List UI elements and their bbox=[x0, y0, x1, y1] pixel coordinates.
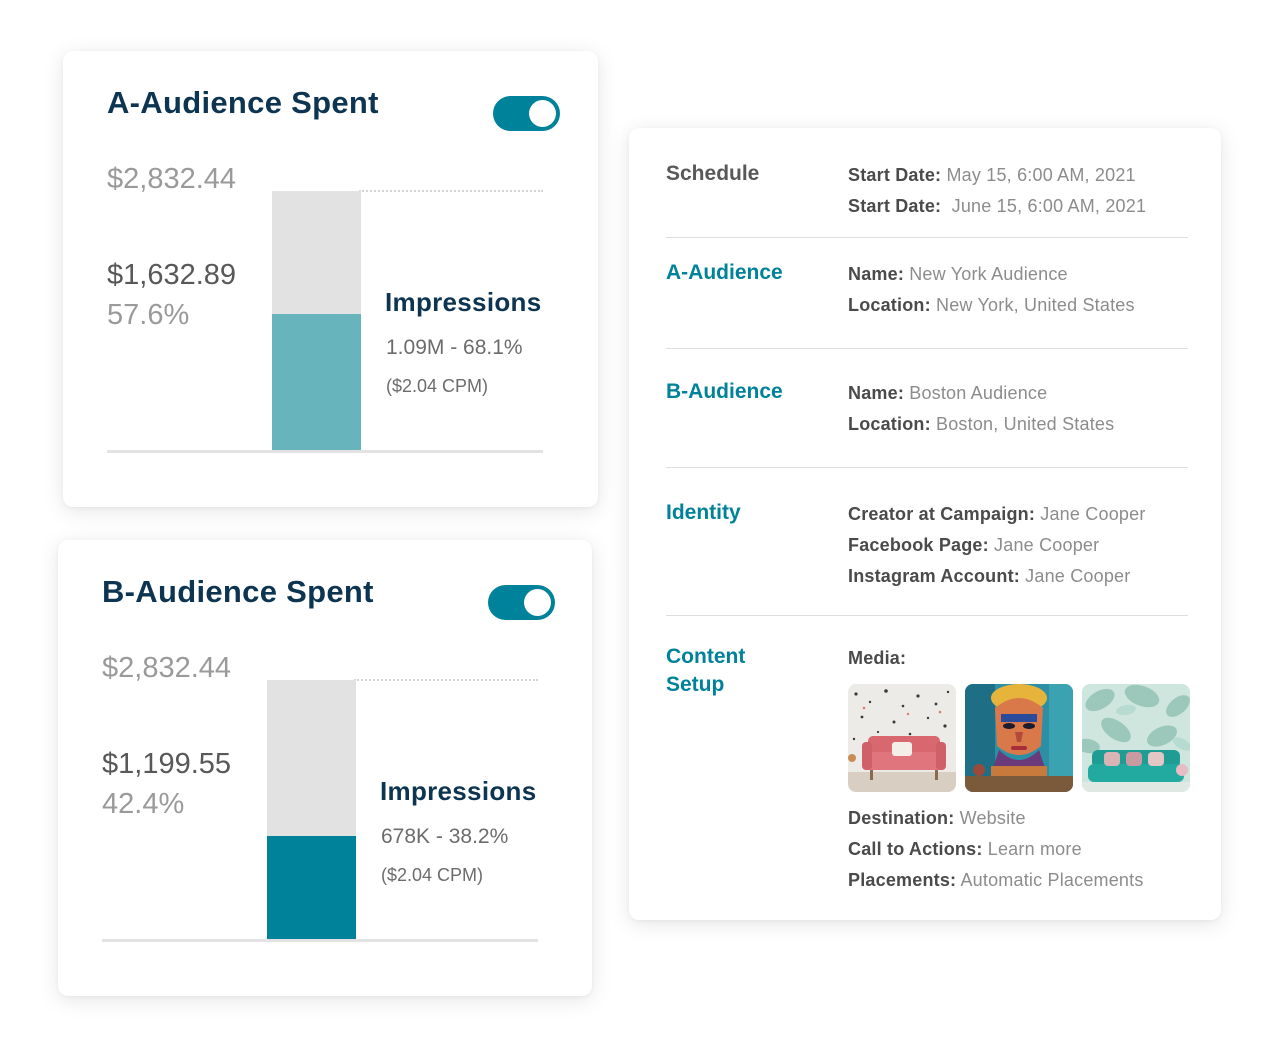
field-label: Start Date: bbox=[848, 196, 942, 216]
budget-bar bbox=[272, 191, 361, 453]
field-label: Destination: bbox=[848, 808, 955, 828]
budget-dotted-line bbox=[359, 190, 543, 192]
field-value: New York, United States bbox=[936, 295, 1135, 315]
end-date-field: Start Date: June 15, 6:00 AM, 2021 bbox=[848, 191, 1146, 222]
start-date-field: Start Date: May 15, 6:00 AM, 2021 bbox=[848, 160, 1146, 191]
field-value: Boston Audience bbox=[909, 383, 1048, 403]
field-value: June 15, 6:00 AM, 2021 bbox=[946, 196, 1147, 216]
placements-field: Placements: Automatic Placements bbox=[848, 865, 1190, 896]
field-value: New York Audience bbox=[909, 264, 1068, 284]
total-budget: $2,832.44 bbox=[107, 163, 237, 195]
field-label: Location: bbox=[848, 295, 931, 315]
b-audience-spent-card: B-Audience Spent $2,832.44 $1,199.55 42.… bbox=[58, 540, 592, 996]
field-label: Location: bbox=[848, 414, 931, 434]
section-divider bbox=[666, 615, 1188, 616]
field-label: Creator at Campaign: bbox=[848, 504, 1036, 524]
impressions-cpm: ($2.04 CPM) bbox=[381, 865, 484, 885]
facebook-page-field: Facebook Page: Jane Cooper bbox=[848, 530, 1146, 561]
spent-percent: 57.6% bbox=[107, 299, 190, 331]
section-divider bbox=[666, 467, 1188, 468]
budget-bar bbox=[267, 680, 356, 942]
campaign-details-card: Schedule Start Date: May 15, 6:00 AM, 20… bbox=[629, 128, 1221, 920]
field-value: May 15, 6:00 AM, 2021 bbox=[946, 165, 1136, 185]
impressions-value: 678K - 38.2% bbox=[381, 825, 509, 848]
spent-bar-fill bbox=[272, 314, 361, 453]
toggle-knob bbox=[524, 589, 551, 616]
impressions-label: Impressions bbox=[380, 776, 537, 806]
b-audience-label: B-Audience bbox=[666, 380, 783, 403]
field-value: Learn more bbox=[987, 839, 1082, 859]
chart-baseline bbox=[107, 450, 543, 453]
location-field: Location: New York, United States bbox=[848, 290, 1135, 321]
impressions-cpm: ($2.04 CPM) bbox=[386, 376, 489, 396]
pink-sofa-image bbox=[848, 684, 956, 792]
content-setup-label-line2: Setup bbox=[666, 673, 725, 696]
media-field: Media: bbox=[848, 643, 1190, 674]
a-audience-toggle[interactable] bbox=[493, 96, 560, 131]
name-field: Name: New York Audience bbox=[848, 259, 1135, 290]
impressions-label: Impressions bbox=[385, 287, 542, 317]
spent-amount: $1,632.89 bbox=[107, 259, 237, 291]
media-thumbnails bbox=[848, 684, 1190, 792]
schedule-fields: Start Date: May 15, 6:00 AM, 2021 Start … bbox=[848, 160, 1146, 222]
media-thumbnail-portrait-art[interactable] bbox=[965, 684, 1073, 792]
instagram-account-field: Instagram Account: Jane Cooper bbox=[848, 561, 1146, 592]
portrait-art-image bbox=[965, 684, 1073, 792]
content-setup-fields: Media: Destination: Website Call to Acti… bbox=[848, 643, 1190, 896]
a-audience-spent-title: A-Audience Spent bbox=[107, 85, 379, 120]
destination-field: Destination: Website bbox=[848, 803, 1190, 834]
spent-bar-fill bbox=[267, 835, 356, 942]
content-setup-label-line1: Content bbox=[666, 645, 746, 668]
b-audience-fields: Name: Boston Audience Location: Boston, … bbox=[848, 378, 1114, 440]
field-label: Name: bbox=[848, 264, 905, 284]
field-label: Placements: bbox=[848, 870, 957, 890]
total-budget: $2,832.44 bbox=[102, 652, 232, 684]
impressions-value: 1.09M - 68.1% bbox=[386, 336, 523, 359]
spent-percent: 42.4% bbox=[102, 788, 185, 820]
media-thumbnail-pink-sofa[interactable] bbox=[848, 684, 956, 792]
content-setup-label: Content Setup bbox=[666, 643, 745, 699]
field-label: Instagram Account: bbox=[848, 566, 1020, 586]
identity-label: Identity bbox=[666, 501, 741, 524]
field-label: Facebook Page: bbox=[848, 535, 989, 555]
section-divider bbox=[666, 348, 1188, 349]
field-value: Boston, United States bbox=[936, 414, 1115, 434]
leaf-wallpaper-image bbox=[1082, 684, 1190, 792]
field-value: Website bbox=[959, 808, 1026, 828]
field-label: Start Date: bbox=[848, 165, 942, 185]
section-divider bbox=[666, 237, 1188, 238]
spent-amount: $1,199.55 bbox=[102, 748, 232, 780]
creator-field: Creator at Campaign: Jane Cooper bbox=[848, 499, 1146, 530]
field-label: Call to Actions: bbox=[848, 839, 983, 859]
chart-baseline bbox=[102, 939, 538, 942]
a-audience-spent-card: A-Audience Spent $2,832.44 $1,632.89 57.… bbox=[63, 51, 598, 507]
media-thumbnail-leaf-wallpaper[interactable] bbox=[1082, 684, 1190, 792]
field-label: Name: bbox=[848, 383, 905, 403]
field-value: Jane Cooper bbox=[1025, 566, 1131, 586]
location-field: Location: Boston, United States bbox=[848, 409, 1114, 440]
budget-dotted-line bbox=[354, 679, 538, 681]
field-label: Media: bbox=[848, 648, 907, 668]
toggle-knob bbox=[529, 100, 556, 127]
a-audience-fields: Name: New York Audience Location: New Yo… bbox=[848, 259, 1135, 321]
a-audience-label: A-Audience bbox=[666, 261, 783, 284]
name-field: Name: Boston Audience bbox=[848, 378, 1114, 409]
field-value: Automatic Placements bbox=[960, 870, 1144, 890]
schedule-label: Schedule bbox=[666, 162, 760, 185]
identity-fields: Creator at Campaign: Jane Cooper Faceboo… bbox=[848, 499, 1146, 592]
b-audience-spent-title: B-Audience Spent bbox=[102, 574, 374, 609]
field-value: Jane Cooper bbox=[994, 535, 1100, 555]
call-to-action-field: Call to Actions: Learn more bbox=[848, 834, 1190, 865]
b-audience-toggle[interactable] bbox=[488, 585, 555, 620]
field-value: Jane Cooper bbox=[1040, 504, 1146, 524]
